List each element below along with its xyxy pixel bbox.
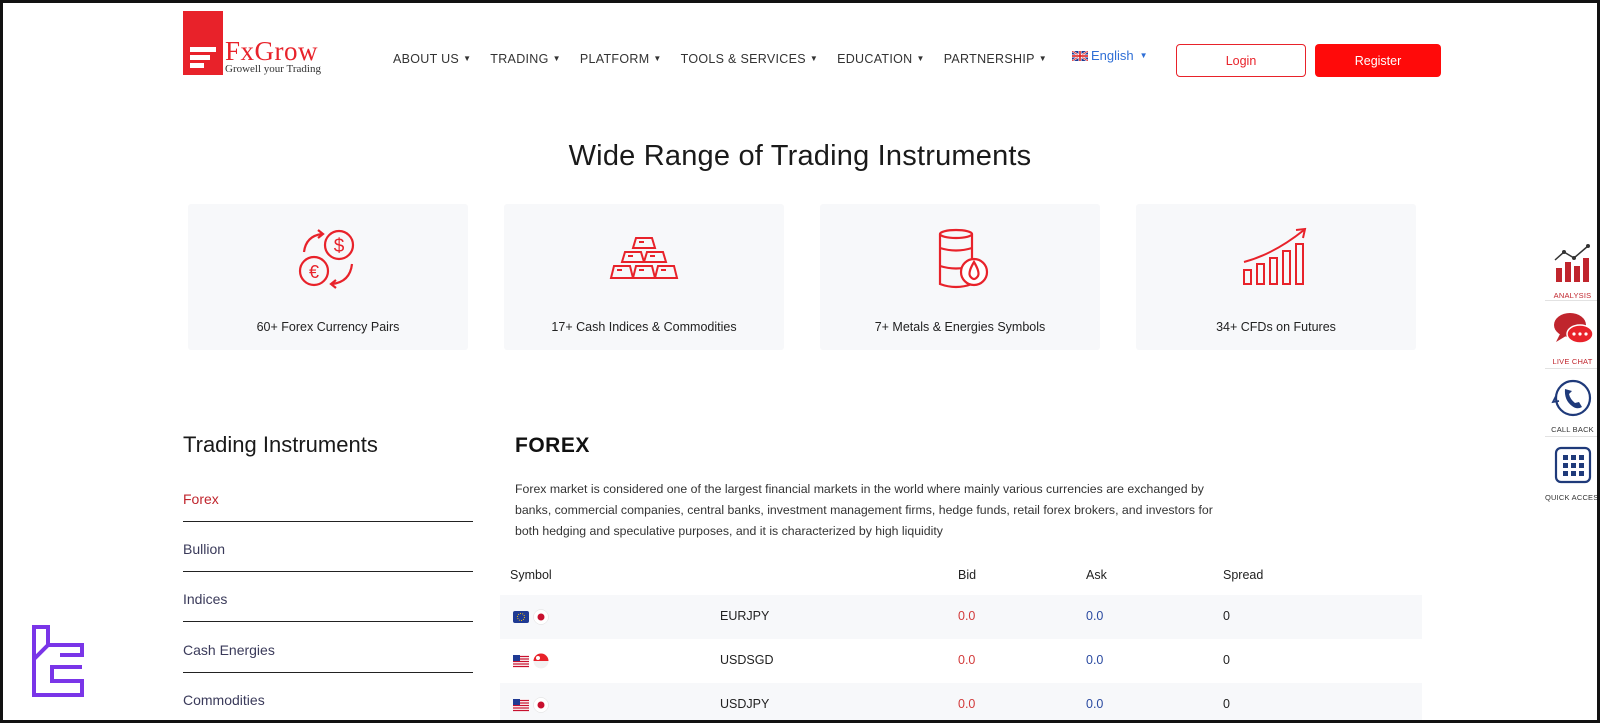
nav-label: PLATFORM <box>579 52 650 66</box>
row-symbol: EURJPY <box>720 609 770 623</box>
nav-trading[interactable]: TRADING ▼ <box>490 52 561 66</box>
table-row[interactable]: EURJPY 0.0 0.0 0 <box>500 595 1422 639</box>
row-bid: 0.0 <box>958 653 976 667</box>
us-flag-icon <box>513 699 529 712</box>
tool-divider <box>1545 368 1600 369</box>
caret-down-icon: ▼ <box>1038 54 1047 63</box>
section-title: FOREX <box>515 434 590 457</box>
sidebar-item-commodities[interactable]: Commodities <box>183 692 473 722</box>
language-selector[interactable]: English ▼ <box>1072 48 1148 63</box>
row-ask: 0.0 <box>1086 697 1104 711</box>
nav-label: TRADING <box>490 52 549 66</box>
row-spread: 0 <box>1223 653 1230 667</box>
card-label: 60+ Forex Currency Pairs <box>256 320 400 334</box>
sidebar-item-indices[interactable]: Indices <box>183 591 473 622</box>
row-ask: 0.0 <box>1086 653 1104 667</box>
nav-label: PARTNERSHIP <box>943 52 1035 66</box>
row-symbol: USDJPY <box>720 697 770 711</box>
analysis-tool[interactable]: ANALYSIS <box>1545 242 1600 300</box>
language-label: English <box>1091 48 1134 63</box>
column-header-spread: Spread <box>1223 568 1264 582</box>
sg-flag-icon <box>533 653 549 669</box>
table-row[interactable]: USDSGD 0.0 0.0 0 <box>500 639 1422 683</box>
card-label: 7+ Metals & Energies Symbols <box>874 320 1046 334</box>
logo-mark-icon <box>183 11 223 75</box>
currency-exchange-icon: $ € <box>298 229 355 289</box>
grid-menu-icon <box>1554 446 1591 484</box>
nav-label: TOOLS & SERVICES <box>680 52 806 66</box>
card-indices-commodities[interactable]: 17+ Cash Indices & Commodities <box>504 204 784 350</box>
caret-down-icon: ▼ <box>463 54 472 63</box>
svg-text:$: $ <box>334 236 345 257</box>
sidebar-item-forex[interactable]: Forex <box>183 491 473 522</box>
nav-platform[interactable]: PLATFORM ▼ <box>580 52 662 66</box>
nav-partnership[interactable]: PARTNERSHIP ▼ <box>944 52 1047 66</box>
caret-down-icon: ▼ <box>916 54 925 63</box>
row-bid: 0.0 <box>958 697 976 711</box>
tool-label: QUICK ACCESS <box>1545 493 1600 502</box>
tool-divider <box>1545 300 1600 301</box>
card-label: 17+ Cash Indices & Commodities <box>551 320 737 334</box>
table-row[interactable]: USDJPY 0.0 0.0 0 <box>500 683 1422 723</box>
oil-barrel-icon <box>938 228 989 289</box>
card-forex-pairs[interactable]: $ € 60+ Forex Currency Pairs <box>188 204 468 350</box>
sidebar-item-bullion[interactable]: Bullion <box>183 541 473 572</box>
call-back-tool[interactable]: CALL BACK <box>1545 376 1600 434</box>
logo-tagline: Growell your Trading <box>225 63 321 75</box>
card-metals-energies[interactable]: 7+ Metals & Energies Symbols <box>820 204 1100 350</box>
nav-about-us[interactable]: ABOUT US ▼ <box>393 52 471 66</box>
gold-bars-icon <box>609 237 679 279</box>
main-nav: ABOUT US ▼ TRADING ▼ PLATFORM ▼ TOOLS & SER… <box>393 52 1066 66</box>
sidebar-item-cash-energies[interactable]: Cash Energies <box>183 642 473 673</box>
row-spread: 0 <box>1223 697 1230 711</box>
jp-flag-icon <box>533 609 549 625</box>
tool-label: ANALYSIS <box>1553 291 1592 300</box>
row-bid: 0.0 <box>958 609 976 623</box>
chat-bubbles-icon <box>1553 313 1594 344</box>
row-spread: 0 <box>1223 609 1230 623</box>
nav-tools-services[interactable]: TOOLS & SERVICES ▼ <box>681 52 818 66</box>
analysis-chart-icon <box>1554 244 1590 282</box>
column-header-symbol: Symbol <box>510 568 552 582</box>
card-label: 34+ CFDs on Futures <box>1216 320 1336 334</box>
quick-access-tool[interactable]: QUICK ACCESS <box>1545 444 1600 502</box>
sidebar-title: Trading Instruments <box>183 432 378 457</box>
logo-name: FxGrow <box>225 36 319 66</box>
growth-chart-icon <box>1243 227 1307 285</box>
us-flag-icon <box>513 655 529 668</box>
caret-down-icon: ▼ <box>653 54 662 63</box>
column-header-ask: Ask <box>1086 568 1107 582</box>
tool-label: CALL BACK <box>1551 425 1594 434</box>
nav-education[interactable]: EDUCATION ▼ <box>837 52 925 66</box>
tool-label: LIVE CHAT <box>1552 357 1593 366</box>
login-button[interactable]: Login <box>1176 44 1306 77</box>
row-symbol: USDSGD <box>720 653 774 667</box>
live-chat-tool[interactable]: LIVE CHAT <box>1545 308 1600 366</box>
caret-down-icon: ▼ <box>1139 51 1148 60</box>
phone-callback-icon <box>1550 379 1591 417</box>
uk-flag-icon <box>1072 50 1088 61</box>
eu-flag-icon <box>513 611 529 623</box>
column-header-bid: Bid <box>958 568 977 582</box>
page-headline: Wide Range of Trading Instruments <box>568 140 1032 172</box>
caret-down-icon: ▼ <box>552 54 561 63</box>
jp-flag-icon <box>533 697 549 713</box>
nav-label: ABOUT US <box>393 52 460 66</box>
fxgrow-logo[interactable]: FxGrow Growell your Trading <box>183 11 321 76</box>
nav-label: EDUCATION <box>837 52 913 66</box>
watermark-logo-icon <box>32 625 84 697</box>
section-description: Forex market is considered one of the la… <box>515 482 1213 538</box>
register-button[interactable]: Register <box>1315 44 1441 77</box>
row-ask: 0.0 <box>1086 609 1104 623</box>
tool-divider <box>1545 436 1600 437</box>
svg-text:€: € <box>309 262 319 282</box>
caret-down-icon: ▼ <box>809 54 819 63</box>
card-cfds-futures[interactable]: 34+ CFDs on Futures <box>1136 204 1416 350</box>
